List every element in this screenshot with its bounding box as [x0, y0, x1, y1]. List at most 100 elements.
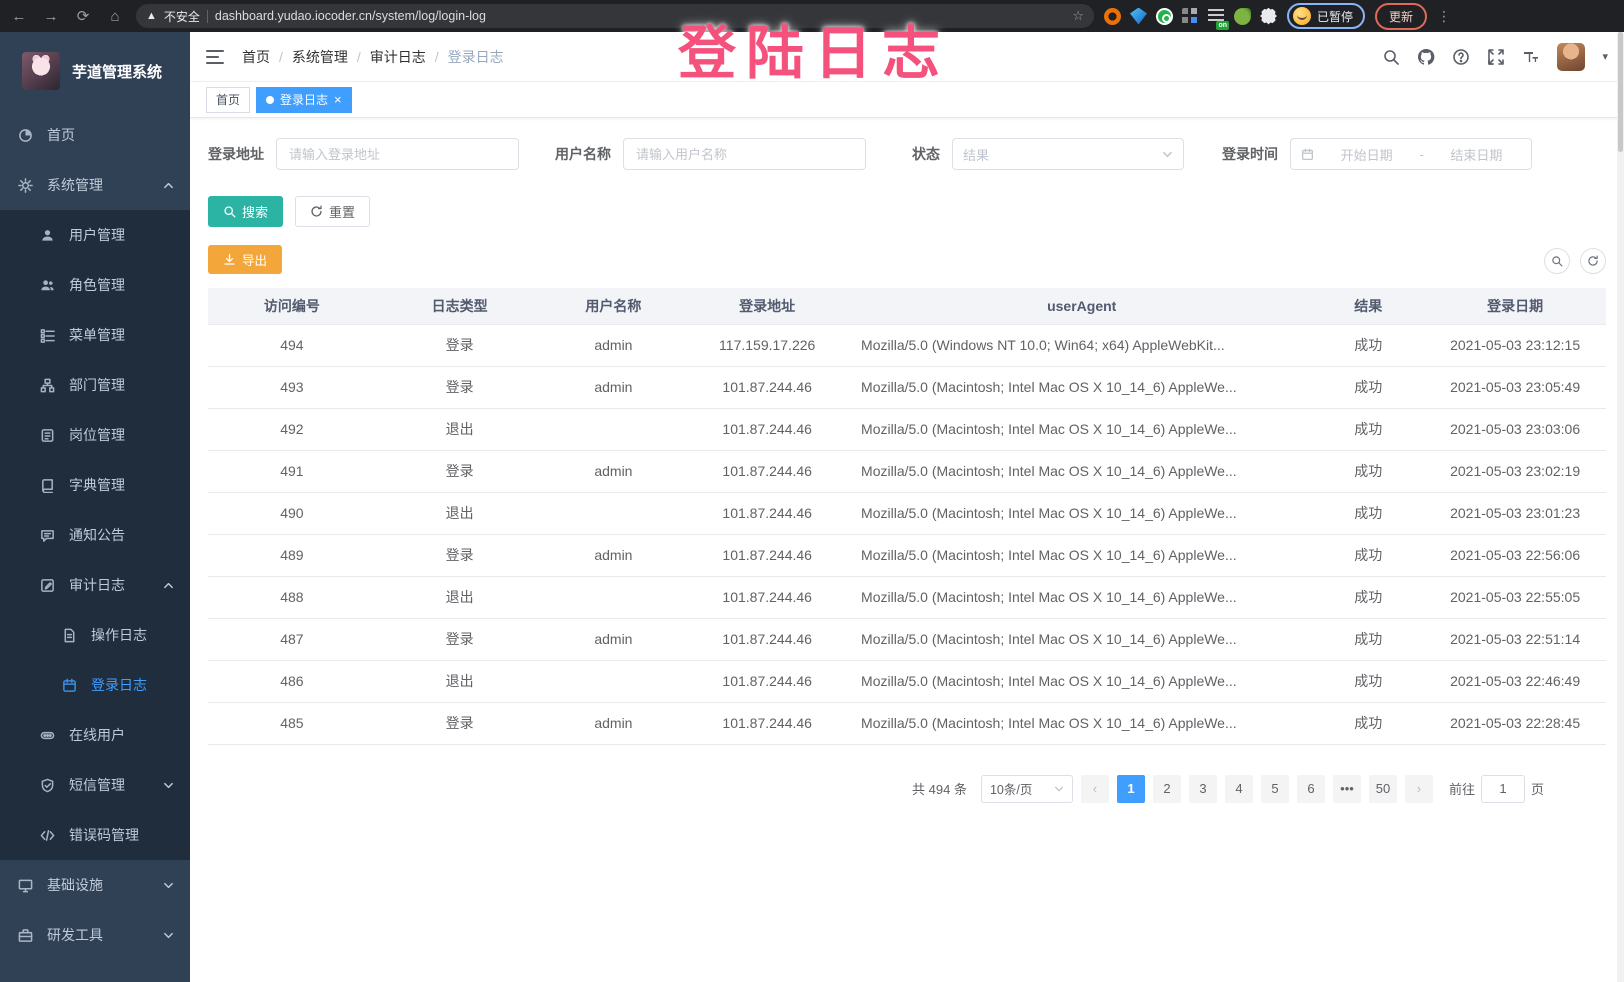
prev-page-button[interactable]: ‹ [1081, 775, 1109, 803]
page-button-5[interactable]: 5 [1261, 775, 1289, 803]
login-time-range-picker[interactable]: 开始日期 - 结束日期 [1290, 138, 1532, 170]
sidebar-menu: 首页 系统管理 用户管理 角色管理 菜单管理 部门管理 [0, 110, 190, 960]
reset-button-label: 重置 [329, 202, 355, 221]
jump-to-page-input[interactable] [1481, 775, 1525, 803]
cell-user [544, 408, 684, 450]
browser-reload-icon[interactable]: ⟳ [72, 7, 94, 25]
table-row[interactable]: 486 退出 101.87.244.46 Mozilla/5.0 (Macint… [208, 660, 1606, 702]
browser-profile-chip[interactable]: 已暂停 [1287, 3, 1365, 29]
table-row[interactable]: 491 登录 admin 101.87.244.46 Mozilla/5.0 (… [208, 450, 1606, 492]
date-range-separator: - [1419, 147, 1423, 162]
badge-icon [40, 428, 55, 443]
breadcrumb-system[interactable]: 系统管理 [292, 47, 348, 67]
ext-leaf-icon[interactable] [1234, 8, 1251, 25]
page-size-select[interactable]: 10条/页 [981, 775, 1073, 803]
login-address-input[interactable] [276, 138, 519, 170]
breadcrumb-audit-log[interactable]: 审计日志 [370, 47, 426, 67]
browser-back-icon[interactable]: ← [8, 8, 30, 25]
cell-id: 494 [208, 324, 376, 366]
sidebar-item-sms-mgmt[interactable]: 短信管理 [0, 760, 190, 810]
sidebar-item-operation-log[interactable]: 操作日志 [0, 610, 190, 660]
tag-home[interactable]: 首页 [206, 87, 250, 113]
sidebar-item-login-log[interactable]: 登录日志 [0, 660, 190, 710]
browser-update-button[interactable]: 更新 [1375, 3, 1427, 30]
scrollbar-thumb[interactable] [1618, 32, 1623, 152]
browser-home-icon[interactable]: ⌂ [104, 8, 126, 25]
sidebar-item-online-users[interactable]: 在线用户 [0, 710, 190, 760]
table-row[interactable]: 488 退出 101.87.244.46 Mozilla/5.0 (Macint… [208, 576, 1606, 618]
cell-id: 488 [208, 576, 376, 618]
sidebar-item-dev-tools[interactable]: 研发工具 [0, 910, 190, 960]
bookmark-star-icon[interactable]: ☆ [1072, 8, 1084, 24]
browser-forward-icon[interactable]: → [40, 8, 62, 25]
help-icon[interactable] [1452, 48, 1470, 66]
search-icon[interactable] [1382, 48, 1400, 66]
sidebar-item-user-mgmt[interactable]: 用户管理 [0, 210, 190, 260]
table-row[interactable]: 487 登录 admin 101.87.244.46 Mozilla/5.0 (… [208, 618, 1606, 660]
page-button-50[interactable]: 50 [1369, 775, 1397, 803]
sidebar-item-menu-mgmt[interactable]: 菜单管理 [0, 310, 190, 360]
status-select[interactable]: 结果 [952, 138, 1184, 170]
table-row[interactable]: 490 退出 101.87.244.46 Mozilla/5.0 (Macint… [208, 492, 1606, 534]
browser-menu-kebab-icon[interactable]: ⋮ [1437, 8, 1451, 25]
page-button-6[interactable]: 6 [1297, 775, 1325, 803]
page-url[interactable]: dashboard.yudao.iocoder.cn/system/log/lo… [215, 9, 1065, 23]
reset-button[interactable]: 重置 [295, 196, 370, 227]
tag-login-log[interactable]: 登录日志 × [256, 87, 352, 113]
refresh-table-button[interactable] [1580, 248, 1606, 274]
sidebar-toggle-hamburger-icon[interactable] [206, 50, 224, 64]
announcement-icon [40, 528, 55, 543]
sidebar-item-notice-mgmt[interactable]: 通知公告 [0, 510, 190, 560]
window-scrollbar[interactable] [1617, 32, 1624, 982]
search-button[interactable]: 搜索 [208, 196, 283, 227]
page-button-1[interactable]: 1 [1117, 775, 1145, 803]
sidebar-item-role-mgmt[interactable]: 角色管理 [0, 260, 190, 310]
ext-green-circle-icon[interactable] [1156, 8, 1173, 25]
breadcrumb-home[interactable]: 首页 [242, 47, 270, 67]
username-input[interactable] [623, 138, 866, 170]
font-size-icon[interactable] [1522, 48, 1540, 66]
table-header-row: 访问编号 日志类型 用户名称 登录地址 userAgent 结果 登录日期 [208, 288, 1606, 324]
ext-list-icon[interactable]: on [1208, 8, 1225, 25]
ext-blue-gem-icon[interactable] [1130, 8, 1147, 25]
extensions-puzzle-icon[interactable] [1260, 8, 1277, 25]
search-button-label: 搜索 [242, 202, 268, 221]
not-secure-warning-icon: ▲ [146, 10, 157, 22]
col-header-date: 登录日期 [1424, 288, 1606, 324]
sidebar-item-dict-mgmt[interactable]: 字典管理 [0, 460, 190, 510]
table-row[interactable]: 492 退出 101.87.244.46 Mozilla/5.0 (Macint… [208, 408, 1606, 450]
sidebar-logo[interactable]: 芋道管理系统 [0, 32, 190, 110]
sidebar-item-audit-log[interactable]: 审计日志 [0, 560, 190, 610]
sidebar-item-infrastructure[interactable]: 基础设施 [0, 860, 190, 910]
refresh-icon [310, 205, 323, 218]
fullscreen-icon[interactable] [1487, 48, 1505, 66]
cell-result: 成功 [1312, 618, 1424, 660]
cell-result: 成功 [1312, 576, 1424, 618]
cell-user: admin [544, 702, 684, 744]
page-button-3[interactable]: 3 [1189, 775, 1217, 803]
export-button[interactable]: 导出 [208, 245, 282, 274]
page-button-4[interactable]: 4 [1225, 775, 1253, 803]
github-icon[interactable] [1417, 48, 1435, 66]
cell-ip: 117.159.17.226 [683, 324, 851, 366]
tag-close-icon[interactable]: × [334, 93, 342, 106]
sidebar-item-dept-mgmt[interactable]: 部门管理 [0, 360, 190, 410]
breadcrumb-separator: / [357, 49, 361, 65]
table-row[interactable]: 485 登录 admin 101.87.244.46 Mozilla/5.0 (… [208, 702, 1606, 744]
sidebar-item-error-code-mgmt[interactable]: 错误码管理 [0, 810, 190, 860]
page-ellipsis[interactable]: ••• [1333, 775, 1361, 803]
table-row[interactable]: 493 登录 admin 101.87.244.46 Mozilla/5.0 (… [208, 366, 1606, 408]
ext-orange-ring-icon[interactable] [1104, 8, 1121, 25]
sidebar-item-home[interactable]: 首页 [0, 110, 190, 160]
avatar-caret-down-icon[interactable]: ▾ [1602, 50, 1608, 63]
table-row[interactable]: 494 登录 admin 117.159.17.226 Mozilla/5.0 … [208, 324, 1606, 366]
show-search-toggle-button[interactable] [1544, 248, 1570, 274]
user-avatar[interactable] [1557, 43, 1585, 71]
ext-grid-icon[interactable] [1182, 8, 1199, 25]
next-page-button[interactable]: › [1405, 775, 1433, 803]
sidebar-item-post-mgmt[interactable]: 岗位管理 [0, 410, 190, 460]
page-button-2[interactable]: 2 [1153, 775, 1181, 803]
table-row[interactable]: 489 登录 admin 101.87.244.46 Mozilla/5.0 (… [208, 534, 1606, 576]
address-bar[interactable]: ▲ 不安全 dashboard.yudao.iocoder.cn/system/… [136, 4, 1094, 28]
sidebar-item-system-mgmt[interactable]: 系统管理 [0, 160, 190, 210]
